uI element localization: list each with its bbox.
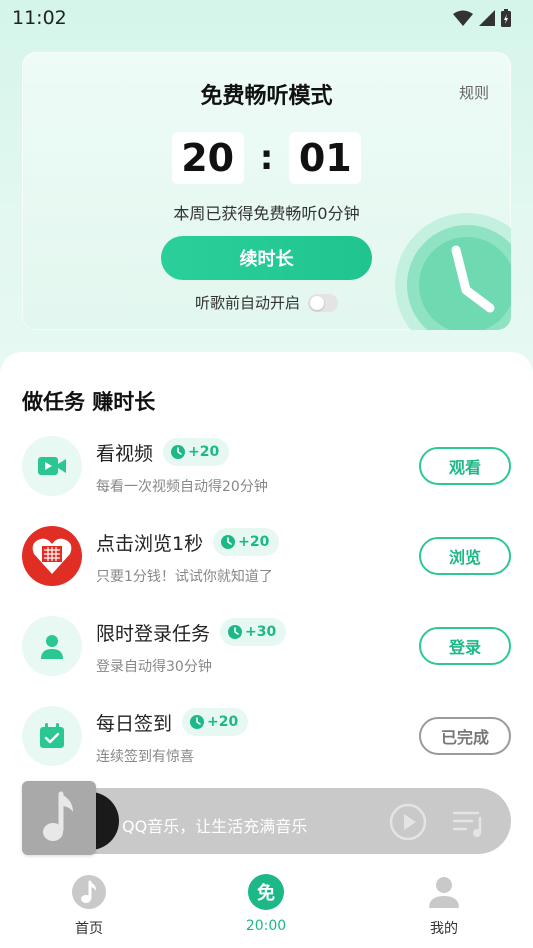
timer-reward-icon (171, 445, 186, 459)
battery-icon (501, 9, 511, 27)
countdown-timer: 20 : 01 (22, 132, 511, 184)
task-row-daily-checkin: 每日签到 +20 连续签到有惊喜 已完成 (22, 706, 511, 768)
browse-button[interactable]: 浏览 (419, 537, 511, 575)
auto-start-toggle[interactable] (308, 293, 338, 312)
user-icon (22, 616, 82, 676)
task-row-login: 限时登录任务 +30 登录自动得30分钟 登录 (22, 616, 511, 678)
page-title: 免费畅听模式 (200, 84, 333, 109)
signal-icon (479, 10, 495, 26)
album-cover[interactable] (22, 781, 96, 855)
weekly-earned-text: 本周已获得免费畅听0分钟 (173, 204, 360, 223)
nav-free-mode[interactable]: 免 20:00 (216, 874, 316, 934)
task-row-browse: 点击浏览1秒 +20 只要1分钱！试试你就知道了 浏览 (22, 526, 511, 588)
free-mode-icon: 免 (248, 874, 284, 910)
timer-reward-icon (228, 625, 243, 639)
playlist-icon[interactable] (452, 808, 486, 838)
timer-separator: : (259, 138, 274, 178)
pinduoduo-icon (22, 526, 82, 586)
reward-badge: +20 (163, 438, 230, 466)
task-row-watch-video: 看视频 +20 每看一次视频自动得20分钟 观看 (22, 436, 511, 498)
wifi-icon (453, 10, 473, 26)
nav-label-home: 首页 (75, 921, 103, 937)
timer-reward-icon (221, 535, 236, 549)
task-description: 只要1分钱！试试你就知道了 (96, 569, 273, 585)
task-title: 每日签到 (96, 712, 173, 735)
calendar-check-icon (22, 706, 82, 766)
music-note-icon (43, 791, 73, 841)
login-button[interactable]: 登录 (419, 627, 511, 665)
bottom-nav: 首页 免 20:00 我的 (0, 864, 533, 948)
task-title: 看视频 (96, 442, 154, 465)
status-icons (453, 9, 511, 27)
task-title: 限时登录任务 (96, 622, 211, 645)
free-listening-card: 免费畅听模式 规则 20 : 01 本周已获得免费畅听0分钟 续时长 听歌前自动… (22, 52, 511, 330)
task-description: 连续签到有惊喜 (96, 749, 194, 765)
nav-home[interactable]: 首页 (39, 874, 139, 938)
reward-value: +20 (238, 534, 270, 550)
status-time: 11:02 (12, 7, 67, 29)
video-icon (22, 436, 82, 496)
reward-badge: +30 (220, 618, 287, 646)
nav-label-profile: 我的 (430, 921, 458, 937)
watch-button[interactable]: 观看 (419, 447, 511, 485)
music-note-icon (72, 875, 106, 909)
auto-start-row: 听歌前自动开启 (22, 292, 511, 313)
reward-value: +20 (207, 714, 239, 730)
player-title: QQ音乐，让生活充满音乐 (122, 817, 308, 836)
tasks-sheet: 做任务 赚时长 看视频 +20 每看一次视频自动得20分钟 观看 点击浏览1秒 (0, 352, 533, 948)
timer-minutes: 20 (171, 132, 244, 184)
reward-value: +20 (188, 444, 220, 460)
timer-reward-icon (190, 715, 205, 729)
rules-link[interactable]: 规则 (459, 82, 489, 103)
auto-start-label: 听歌前自动开启 (194, 294, 300, 312)
completed-button[interactable]: 已完成 (419, 717, 511, 755)
play-icon[interactable] (388, 802, 428, 842)
profile-icon (429, 877, 459, 908)
timer-seconds: 01 (289, 132, 362, 184)
task-description: 登录自动得30分钟 (96, 659, 212, 675)
status-bar: 11:02 (0, 0, 533, 36)
section-title: 做任务 赚时长 (22, 390, 156, 414)
extend-time-button[interactable]: 续时长 (161, 236, 372, 280)
nav-label-free: 20:00 (245, 918, 287, 934)
reward-badge: +20 (182, 708, 249, 736)
task-description: 每看一次视频自动得20分钟 (96, 479, 268, 495)
nav-profile[interactable]: 我的 (394, 874, 494, 938)
task-title: 点击浏览1秒 (96, 532, 204, 555)
reward-badge: +20 (213, 528, 280, 556)
reward-value: +30 (245, 624, 277, 640)
